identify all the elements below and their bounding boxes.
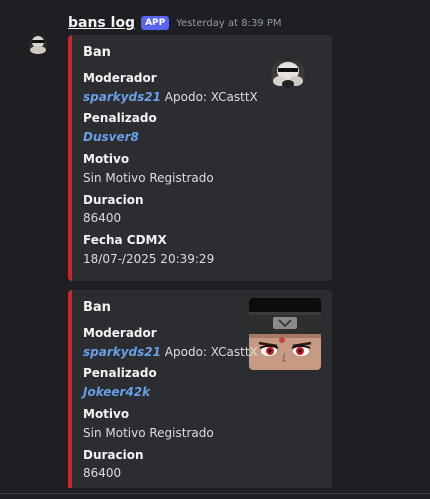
ban-embed: Ban Moderador sparkyds21 Apodo: XCasttX …: [68, 290, 332, 499]
field-motivo-value: Sin Motivo Registrado: [83, 426, 214, 440]
field-moderador-label: Moderador: [83, 71, 157, 85]
field-duracion-value: 86400: [83, 466, 122, 480]
user-mention[interactable]: Dusver8: [83, 130, 139, 144]
field-moderador-extra: Apodo: XCasttX: [160, 90, 258, 104]
field-duracion-label: Duracion: [83, 193, 144, 207]
ban-embed: Ban Moderador sparkyds21 Apodo: XCasttX …: [68, 35, 332, 281]
chat-view: bans log APP Yesterday at 8:39 PM Ban Mo…: [0, 0, 430, 499]
field-motivo-value: Sin Motivo Registrado: [83, 171, 214, 185]
embed-thumbnail[interactable]: [249, 298, 321, 370]
anime-face-headband-thumbnail-icon: [249, 298, 321, 370]
message-header: bans log APP Yesterday at 8:39 PM: [68, 13, 282, 33]
user-mention[interactable]: sparkyds21: [83, 90, 161, 104]
field-penalizado-label: Penalizado: [83, 111, 157, 125]
field-moderador-value: sparkyds21 Apodo: XCasttX: [83, 90, 258, 104]
field-duracion-value: 86400: [83, 211, 122, 225]
author-name[interactable]: bans log: [68, 15, 135, 31]
user-mention[interactable]: sparkyds21: [83, 345, 161, 359]
field-fecha-value: 18/07-/2025 20:39:29: [83, 252, 215, 266]
field-motivo-label: Motivo: [83, 407, 130, 421]
field-motivo-label: Motivo: [83, 152, 130, 166]
bot-avatar-icon: [22, 24, 54, 56]
field-fecha-label: Fecha CDMX: [83, 233, 167, 247]
message-timestamp[interactable]: Yesterday at 8:39 PM: [176, 18, 281, 29]
field-penalizado-value: Jokeer42k: [83, 385, 150, 399]
field-penalizado-label: Penalizado: [83, 366, 157, 380]
masked-character-thumbnail-icon: [266, 51, 310, 91]
user-mention[interactable]: Jokeer42k: [83, 385, 150, 399]
embed-title: Ban: [83, 300, 111, 315]
embed-thumbnail[interactable]: [266, 51, 310, 91]
embed-title: Ban: [83, 45, 111, 60]
field-moderador-value: sparkyds21 Apodo: XCasttX: [83, 345, 258, 359]
divider: [0, 493, 430, 494]
app-badge: APP: [141, 16, 170, 30]
field-moderador-label: Moderador: [83, 326, 157, 340]
bot-avatar[interactable]: [22, 24, 54, 56]
field-moderador-extra: Apodo: XCasttX: [160, 345, 258, 359]
field-penalizado-value: Dusver8: [83, 130, 139, 144]
field-duracion-label: Duracion: [83, 448, 144, 462]
